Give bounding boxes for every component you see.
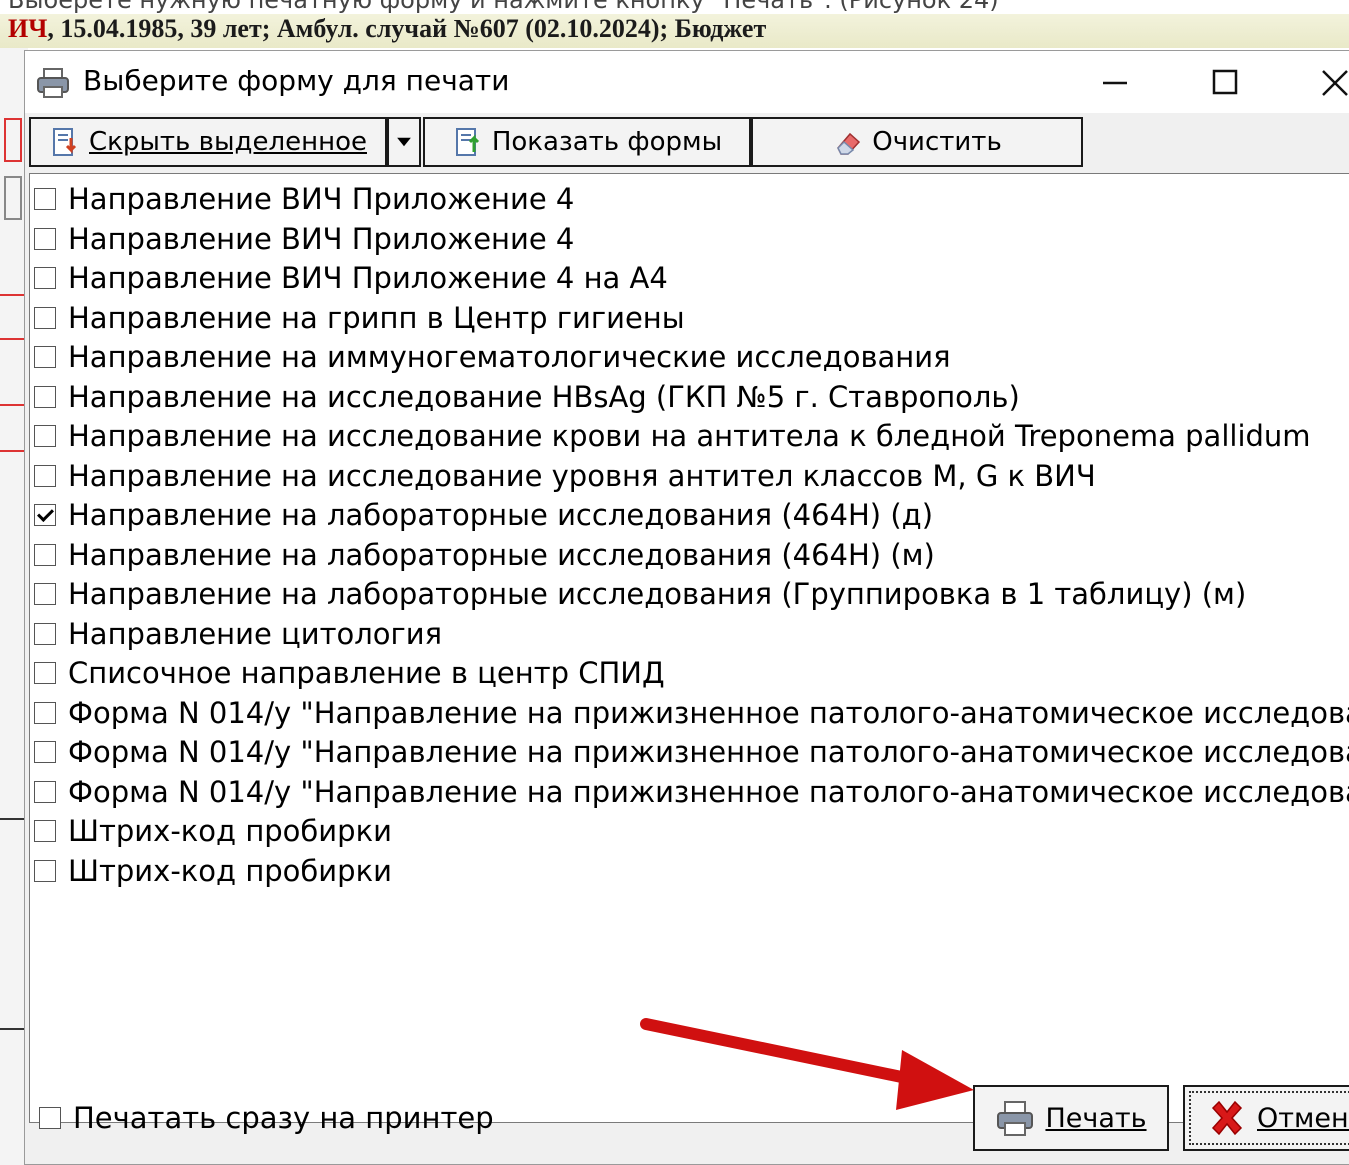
- print-direct-label: Печатать сразу на принтер: [73, 1101, 494, 1135]
- form-checkbox[interactable]: [34, 425, 56, 447]
- form-list-item[interactable]: Направление на лабораторные исследования…: [34, 536, 935, 574]
- form-label: Форма N 014/у "Направление на прижизненн…: [68, 774, 1349, 809]
- form-label: Форма N 014/у "Направление на прижизненн…: [68, 735, 1349, 769]
- form-checkbox[interactable]: [34, 701, 56, 724]
- form-label: Направление на исследование HBsAg (ГКП №…: [68, 379, 1020, 414]
- hide-selected-button[interactable]: Скрыть выделенное: [29, 117, 387, 167]
- hide-list-icon: [53, 128, 77, 156]
- form-checkbox[interactable]: [34, 464, 56, 487]
- background-divider: [0, 338, 26, 340]
- form-checkbox[interactable]: [34, 267, 56, 289]
- show-forms-label: Показать формы: [491, 127, 723, 157]
- form-checkbox[interactable]: [34, 346, 56, 368]
- chevron-down-icon: [397, 137, 411, 147]
- clear-label: Очистить: [872, 127, 1002, 157]
- form-checkbox[interactable]: [34, 622, 56, 645]
- form-label: Направление ВИЧ Приложение 4: [68, 182, 575, 216]
- form-checkbox[interactable]: [34, 227, 56, 250]
- hide-selected-dropdown[interactable]: [387, 117, 421, 167]
- show-list-icon: [455, 128, 479, 156]
- form-checkbox[interactable]: [34, 583, 56, 605]
- form-label: Направление на исследование крови на ант…: [68, 419, 1311, 453]
- form-label: Направление на лабораторные исследования…: [68, 537, 935, 572]
- clear-button[interactable]: Очистить: [751, 117, 1083, 167]
- printer-icon: [997, 1101, 1034, 1136]
- print-direct-checkbox[interactable]: Печатать сразу на принтер: [39, 1101, 494, 1135]
- form-list-item[interactable]: Направление на исследование HBsAg (ГКП №…: [34, 378, 1020, 416]
- form-checkbox[interactable]: [34, 543, 56, 566]
- form-checkbox[interactable]: [34, 188, 56, 210]
- print-button[interactable]: Печать: [973, 1085, 1169, 1151]
- form-list-item[interactable]: Направление ВИЧ Приложение 4: [34, 180, 574, 218]
- form-label: Направление ВИЧ Приложение 4: [68, 221, 575, 256]
- form-list-item[interactable]: Направление на лабораторные исследования…: [34, 496, 933, 534]
- form-label: Направление на иммуногематологические ис…: [68, 340, 951, 374]
- background-divider: [0, 450, 26, 452]
- form-list-item[interactable]: Направление ВИЧ Приложение 4: [34, 220, 574, 258]
- form-label: Направление цитология: [68, 616, 443, 651]
- form-label: Списочное направление в центр СПИД: [68, 656, 665, 690]
- form-label: Штрих-код пробирки: [68, 814, 392, 848]
- patient-info: , 15.04.1985, 39 лет; Амбул. случай №607…: [47, 14, 767, 43]
- annotation-arrow: [640, 1018, 974, 1110]
- form-list-item[interactable]: Форма N 014/у "Направление на прижизненн…: [34, 733, 1349, 771]
- form-label: Направление на лабораторные исследования…: [68, 498, 934, 532]
- cancel-button[interactable]: Отмена: [1183, 1085, 1349, 1151]
- form-list-item[interactable]: Штрих-код пробирки: [34, 812, 392, 850]
- form-label: Форма N 014/у "Направление на прижизненн…: [68, 695, 1349, 730]
- dialog-titlebar: Выберите форму для печати: [25, 51, 1349, 113]
- forms-list: Направление ВИЧ Приложение 4 Направление …: [29, 173, 1349, 1123]
- close-icon[interactable]: [1307, 59, 1349, 105]
- form-label: Направление на исследование уровня антит…: [68, 458, 1096, 493]
- print-label: Печать: [1045, 1102, 1147, 1134]
- form-list-item[interactable]: Штрих-код пробирки: [34, 852, 392, 890]
- show-forms-button[interactable]: Показать формы: [423, 117, 751, 167]
- form-checkbox[interactable]: [34, 306, 56, 329]
- dialog-toolbar: Скрыть выделенное Показать формы Очистит…: [25, 113, 1349, 171]
- eraser-icon: [837, 132, 861, 155]
- print-form-dialog: Выберите форму для печати Скрыть выделен…: [24, 50, 1349, 1165]
- background-divider: [0, 1028, 26, 1030]
- form-checkbox[interactable]: [34, 504, 56, 526]
- background-divider: [0, 404, 26, 406]
- form-checkbox[interactable]: [34, 820, 56, 842]
- maximize-icon[interactable]: [1197, 59, 1253, 105]
- form-list-item[interactable]: Форма N 014/у "Направление на прижизненн…: [34, 773, 1349, 811]
- form-list-item[interactable]: Направление ВИЧ Приложение 4 на А4: [34, 259, 668, 297]
- form-list-item[interactable]: Списочное направление в центр СПИД: [34, 654, 665, 692]
- form-checkbox[interactable]: [34, 741, 56, 763]
- form-label: Направление на лабораторные исследования…: [68, 577, 1247, 611]
- background-field: [4, 118, 22, 162]
- background-divider: [0, 818, 26, 820]
- instruction-text: Выберете нужную печатную форму и нажмите…: [8, 0, 999, 14]
- minimize-icon[interactable]: [1087, 59, 1143, 105]
- form-list-item[interactable]: Направление на исследование уровня антит…: [34, 457, 1096, 495]
- form-list-item[interactable]: Направление на лабораторные исследования…: [34, 575, 1246, 613]
- checkbox[interactable]: [39, 1107, 61, 1129]
- red-x-icon: [1211, 1100, 1243, 1136]
- hide-selected-label: Скрыть выделенное: [89, 127, 367, 157]
- form-list-item[interactable]: Направление на исследование крови на ант…: [34, 417, 1311, 455]
- form-checkbox[interactable]: [34, 780, 56, 803]
- form-list-item[interactable]: Направление на грипп в Центр гигиены: [34, 299, 685, 337]
- form-checkbox[interactable]: [34, 662, 56, 684]
- form-checkbox[interactable]: [34, 385, 56, 408]
- form-label: Штрих-код пробирки: [68, 853, 392, 888]
- printer-icon: [37, 68, 69, 98]
- form-list-item[interactable]: Направление на иммуногематологические ис…: [34, 338, 951, 376]
- form-label: Направление ВИЧ Приложение 4 на А4: [68, 261, 668, 295]
- form-list-item[interactable]: Направление цитология: [34, 615, 442, 653]
- background-field: [4, 176, 22, 220]
- form-checkbox[interactable]: [34, 859, 56, 882]
- background-divider: [0, 294, 26, 296]
- form-label: Направление на грипп в Центр гигиены: [68, 300, 685, 335]
- patient-header: ИЧ, 15.04.1985, 39 лет; Амбул. случай №6…: [0, 14, 1349, 48]
- cancel-label: Отмена: [1257, 1102, 1349, 1134]
- form-list-item[interactable]: Форма N 014/у "Направление на прижизненн…: [34, 694, 1349, 732]
- patient-name: ИЧ: [8, 14, 48, 43]
- dialog-title: Выберите форму для печати: [83, 64, 510, 97]
